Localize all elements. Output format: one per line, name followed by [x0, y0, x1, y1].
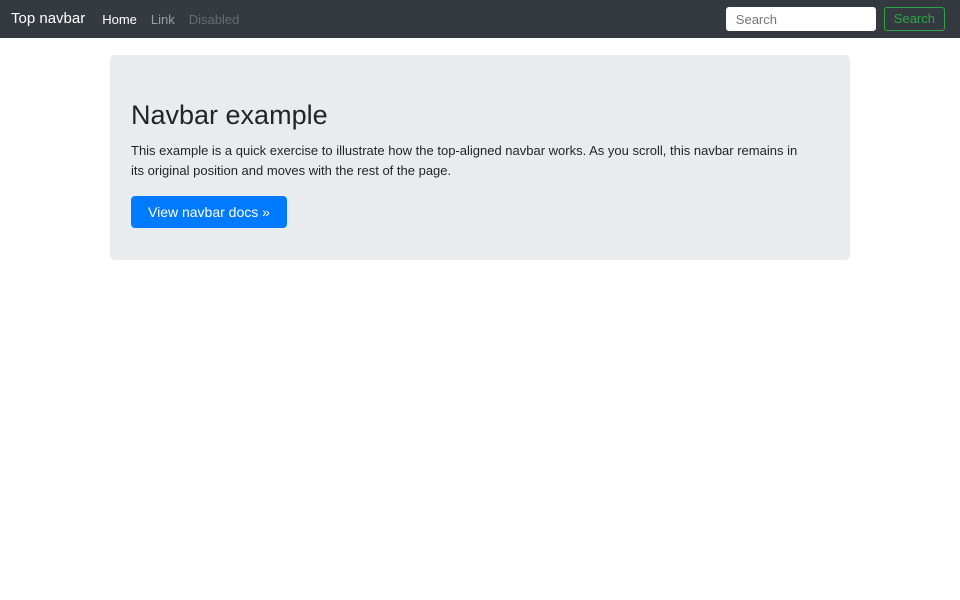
page-title: Navbar example	[131, 100, 328, 130]
search-input[interactable]	[725, 7, 876, 31]
jumbotron-description: This example is a quick exercise to illu…	[131, 143, 798, 178]
search-form: Search	[725, 7, 945, 31]
nav-item-link[interactable]: Link	[144, 12, 182, 27]
navbar-brand[interactable]: Top navbar	[11, 0, 85, 38]
top-navbar: Top navbar Home Link Disabled Search	[0, 0, 960, 38]
jumbotron: Navbar example This example is a quick e…	[110, 55, 850, 260]
view-navbar-docs-button[interactable]: View navbar docs »	[131, 196, 287, 228]
nav-item-disabled: Disabled	[188, 11, 240, 27]
search-button[interactable]: Search	[883, 7, 945, 31]
nav-item-home[interactable]: Home	[95, 12, 144, 27]
main-content: Navbar example This example is a quick e…	[110, 55, 850, 260]
navbar-nav: Home Link Disabled	[95, 12, 246, 27]
